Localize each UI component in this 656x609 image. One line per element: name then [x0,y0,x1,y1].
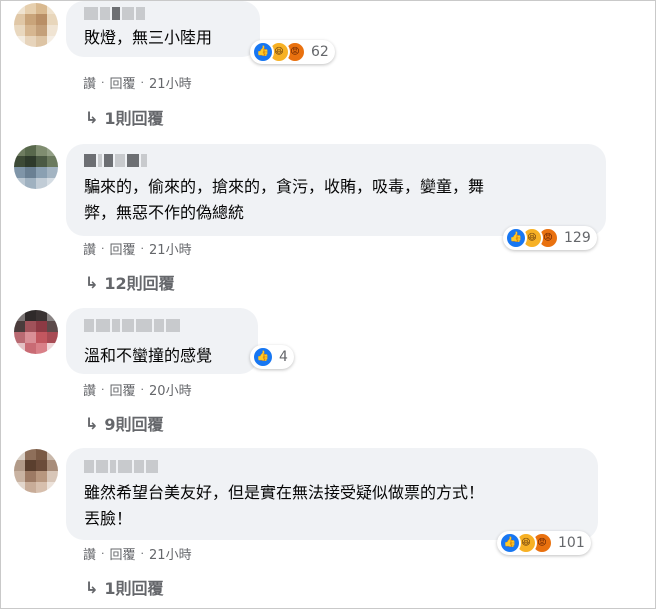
comment-bubble: 騙來的，偷來的，搶來的，貪污，收賄，吸毒，孌童，舞 弊，無惡不作的偽總統 [66,144,606,236]
like-icon: 👍 [505,227,527,249]
author-name[interactable] [84,319,180,332]
reaction-count: 62 [311,44,329,60]
comment-actions: 讚 · 回覆 · 21小時 [83,544,192,563]
like-icon: 👍 [252,41,274,63]
replies-label: 12則回覆 [104,274,175,293]
view-replies-button[interactable]: ↳ 12則回覆 [85,270,175,294]
reaction-summary[interactable]: 👍 😆 😡 101 [497,531,591,555]
reaction-count: 129 [564,230,591,246]
avatar[interactable] [14,3,58,47]
like-link[interactable]: 讚 [83,380,96,399]
separator-dot: · [140,75,145,89]
comment-text: 騙來的，偷來的，搶來的，貪污，收賄，吸毒，孌童，舞 弊，無惡不作的偽總統 [84,177,485,222]
reply-arrow-icon: ↳ [85,107,99,127]
avatar[interactable] [14,310,58,354]
comment-feed: 敗燈，無三小陸用 👍 😆 😡 62 讚 · 回覆 · 21小時 ↳ 1則回覆 騙… [0,0,656,609]
separator-dot: · [140,546,145,560]
like-icon: 👍 [499,532,521,554]
author-name[interactable] [84,7,145,20]
reply-arrow-icon: ↳ [85,272,99,292]
avatar[interactable] [14,145,58,189]
timestamp[interactable]: 21小時 [149,544,192,563]
reply-link[interactable]: 回覆 [110,239,136,258]
like-link[interactable]: 讚 [83,73,96,92]
reply-arrow-icon: ↳ [85,577,99,597]
separator-dot: · [140,382,145,396]
separator-dot: · [101,546,105,560]
timestamp[interactable]: 20小時 [149,380,192,399]
view-replies-button[interactable]: ↳ 1則回覆 [85,575,164,599]
replies-label: 9則回覆 [104,415,164,434]
comment-text: 敗燈，無三小陸用 [84,28,213,47]
like-icon: 👍 [252,346,274,368]
comment-bubble: 溫和不蠻撞的感覺 [66,308,258,374]
comment-text: 溫和不蠻撞的感覺 [84,346,213,365]
comment-bubble: 敗燈，無三小陸用 [66,1,260,57]
separator-dot: · [101,241,105,255]
author-name[interactable] [84,154,147,167]
avatar[interactable] [14,449,58,493]
comment-bubble: 雖然希望台美友好，但是實在無法接受疑似做票的方式！ 丟臉！ [66,448,598,540]
replies-label: 1則回覆 [104,579,164,598]
comment-actions: 讚 · 回覆 · 21小時 [83,239,192,258]
separator-dot: · [140,241,145,255]
comment-actions: 讚 · 回覆 · 21小時 [83,73,192,92]
like-link[interactable]: 讚 [83,544,96,563]
author-name[interactable] [84,460,158,473]
view-replies-button[interactable]: ↳ 9則回覆 [85,411,164,435]
comment-actions: 讚 · 回覆 · 20小時 [83,380,192,399]
like-link[interactable]: 讚 [83,239,96,258]
view-replies-button[interactable]: ↳ 1則回覆 [85,105,164,129]
reply-arrow-icon: ↳ [85,413,99,433]
comment-text: 雖然希望台美友好，但是實在無法接受疑似做票的方式！ 丟臉！ [84,483,485,528]
replies-label: 1則回覆 [104,109,164,128]
reaction-summary[interactable]: 👍 4 [250,345,294,369]
reply-link[interactable]: 回覆 [110,73,136,92]
reaction-count: 4 [279,349,288,365]
reaction-count: 101 [558,535,585,551]
separator-dot: · [101,75,105,89]
timestamp[interactable]: 21小時 [149,239,192,258]
reaction-summary[interactable]: 👍 😆 😡 129 [503,226,597,250]
timestamp[interactable]: 21小時 [149,73,192,92]
reaction-summary[interactable]: 👍 😆 😡 62 [250,40,335,64]
separator-dot: · [101,382,105,396]
reply-link[interactable]: 回覆 [110,544,136,563]
reply-link[interactable]: 回覆 [110,380,136,399]
